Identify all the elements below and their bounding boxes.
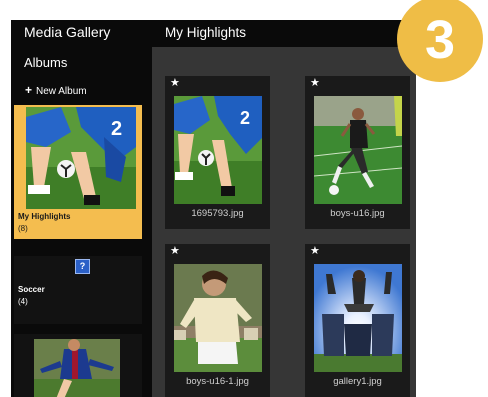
step-number-badge: 3	[397, 0, 483, 82]
album-count: (4)	[18, 297, 28, 306]
photo-thumbnail: 2	[174, 96, 262, 204]
photo-tile[interactable]: ★ 2 1695793.jpg	[165, 76, 270, 229]
new-album-button[interactable]: + New Album	[25, 83, 87, 97]
star-icon[interactable]: ★	[170, 76, 180, 89]
album-my-highlights[interactable]: 2 My Highlights (8)	[14, 105, 142, 239]
svg-text:2: 2	[111, 118, 122, 140]
albums-heading: Albums	[24, 55, 68, 70]
album-cover-thumbnail	[34, 339, 120, 397]
photo-filename: boys-u16.jpg	[330, 208, 385, 219]
albums-sidebar: Media Gallery Albums + New Album 2 My Hig…	[11, 20, 152, 397]
photo-thumbnail	[174, 264, 262, 372]
photo-thumbnail	[314, 264, 402, 372]
photo-tile[interactable]: ★ gallery1.jpg	[305, 244, 410, 397]
photo-tile[interactable]: ★ boys-u16-1.jpg	[165, 244, 270, 397]
album-name: Soccer	[18, 285, 45, 294]
help-icon: ?	[75, 259, 90, 274]
album-item[interactable]	[14, 334, 142, 397]
album-name: My Highlights	[18, 212, 71, 221]
star-icon[interactable]: ★	[310, 76, 320, 89]
plus-icon: +	[25, 83, 33, 97]
album-soccer[interactable]: ? Soccer (4)	[14, 256, 142, 324]
main-header: My Highlights	[152, 20, 416, 47]
media-gallery-window: Media Gallery Albums + New Album 2 My Hig…	[11, 20, 416, 397]
photo-filename: boys-u16-1.jpg	[186, 376, 249, 387]
star-icon[interactable]: ★	[310, 244, 320, 257]
app-title: Media Gallery	[24, 24, 111, 40]
album-title: My Highlights	[165, 25, 247, 40]
photo-filename: 1695793.jpg	[191, 208, 244, 219]
photo-thumbnail	[314, 96, 402, 204]
photo-filename: gallery1.jpg	[333, 376, 382, 387]
svg-text:2: 2	[240, 108, 250, 128]
photo-tile[interactable]: ★ boys-u16.jpg	[305, 76, 410, 229]
album-count: (8)	[18, 224, 28, 233]
album-cover-thumbnail: 2	[26, 107, 136, 209]
new-album-label: New Album	[36, 86, 87, 97]
star-icon[interactable]: ★	[170, 244, 180, 257]
